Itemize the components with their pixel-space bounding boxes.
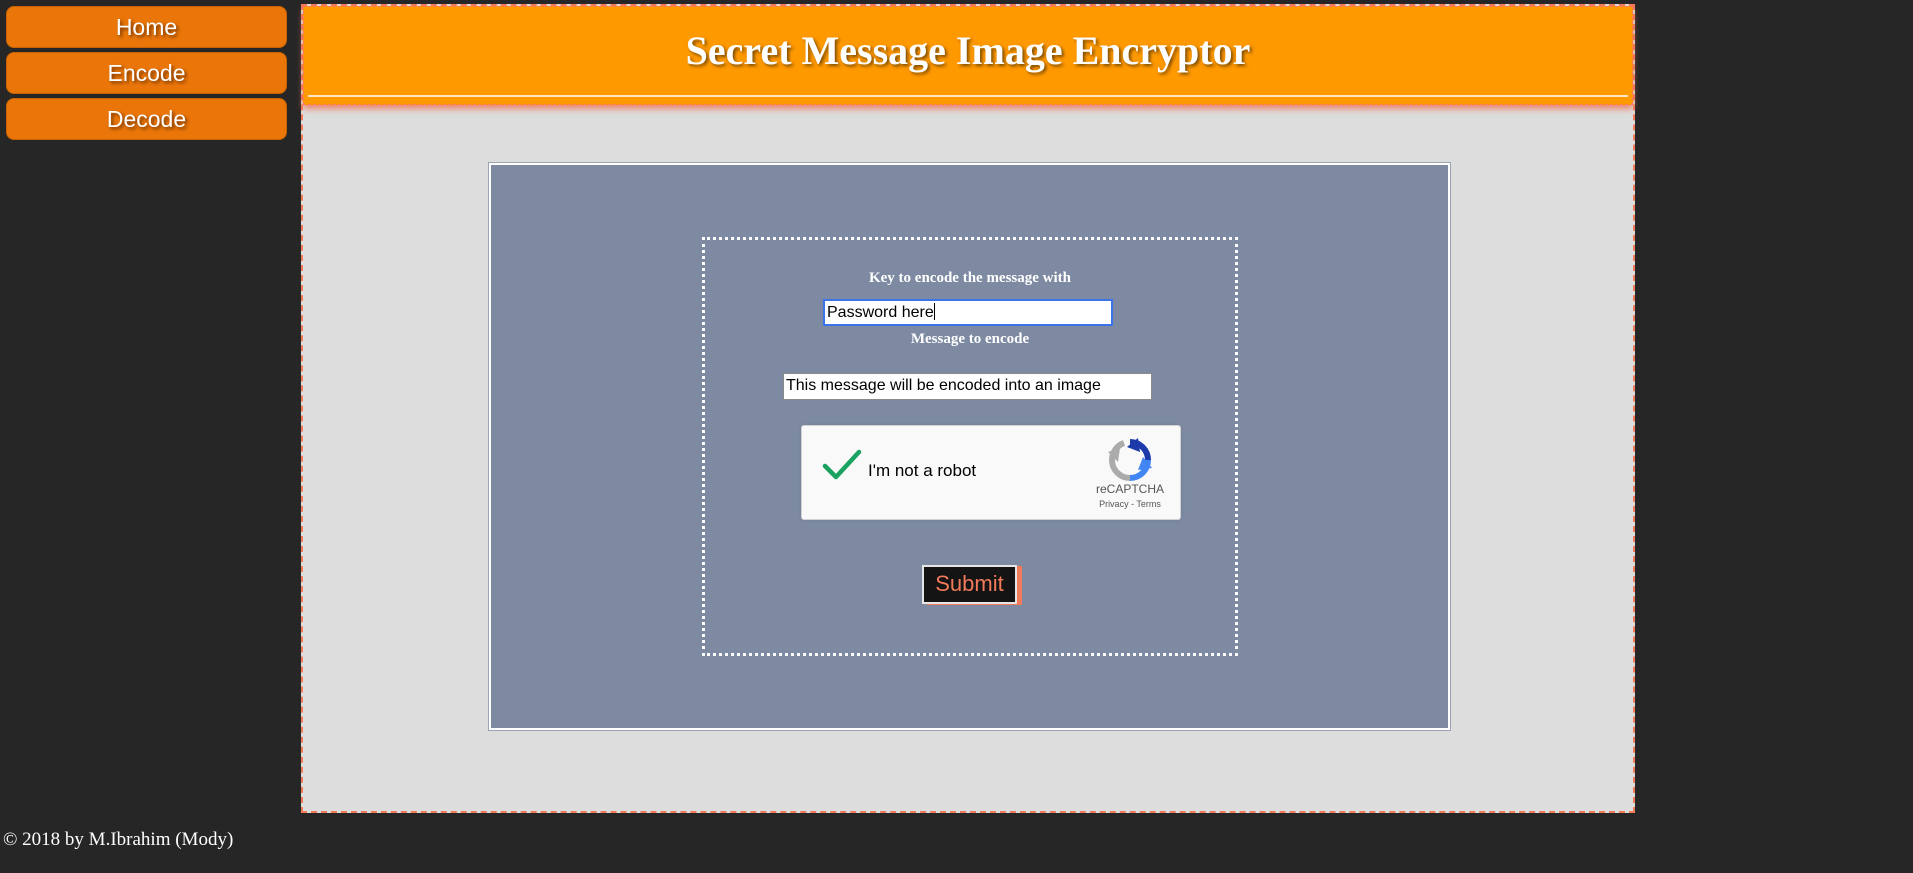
message-label: Message to encode: [910, 331, 1030, 347]
page-title: Secret Message Image Encryptor: [685, 28, 1251, 73]
key-input-value: Password here: [827, 304, 934, 321]
recaptcha-links: Privacy - Terms: [1088, 499, 1172, 509]
sidebar-nav: Home Encode Decode: [6, 6, 287, 144]
submit-button[interactable]: Submit: [922, 565, 1017, 604]
key-input[interactable]: Password here: [823, 299, 1113, 326]
main-panel: Secret Message Image Encryptor Key to en…: [301, 4, 1635, 813]
key-label: Key to encode the message with: [868, 270, 1072, 286]
encode-form: Key to encode the message with Password …: [702, 237, 1238, 656]
checkmark-icon[interactable]: [822, 448, 862, 482]
recaptcha-widget: I'm not a robot reCAPTCHA Privacy - Term…: [801, 425, 1181, 520]
nav-decode-button[interactable]: Decode: [6, 98, 287, 140]
footer-copyright: © 2018 by M.Ibrahim (Mody): [3, 829, 234, 850]
recaptcha-label: I'm not a robot: [868, 461, 977, 480]
text-caret: [933, 303, 935, 320]
encode-form-card: Key to encode the message with Password …: [488, 162, 1451, 731]
message-input[interactable]: This message will be encoded into an ima…: [783, 373, 1152, 400]
recaptcha-privacy-link[interactable]: Privacy: [1099, 499, 1129, 509]
header-inner: Secret Message Image Encryptor: [308, 11, 1628, 97]
nav-encode-button[interactable]: Encode: [6, 52, 287, 94]
message-input-value: This message will be encoded into an ima…: [786, 377, 1101, 394]
recaptcha-terms-link[interactable]: Terms: [1136, 499, 1161, 509]
recaptcha-logo-icon: [1108, 438, 1152, 481]
recaptcha-brand: reCAPTCHA: [1095, 482, 1164, 496]
nav-home-button[interactable]: Home: [6, 6, 287, 48]
page-header: Secret Message Image Encryptor: [303, 6, 1633, 105]
